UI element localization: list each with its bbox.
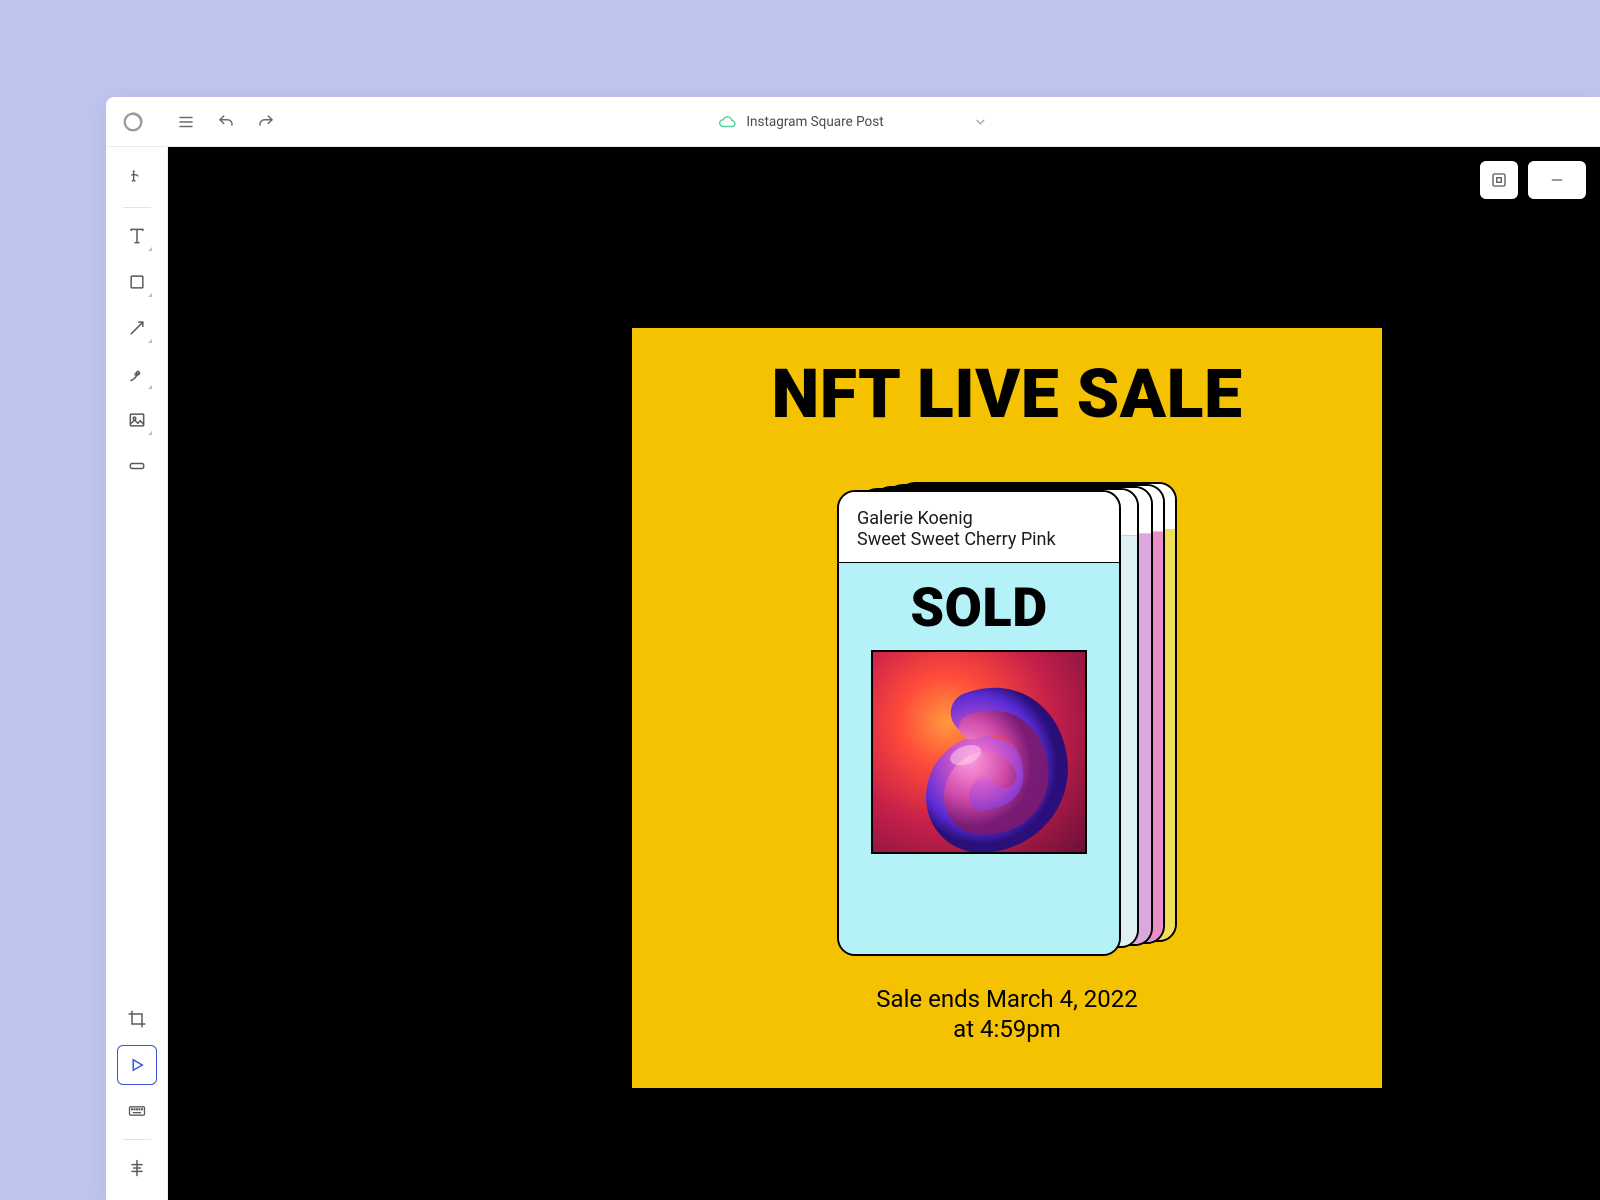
sale-end-line2: at 4:59pm [953,1015,1061,1043]
select-tool[interactable] [117,159,157,199]
card-artwork-image[interactable] [871,650,1087,854]
text-tool[interactable] [117,216,157,256]
undo-icon[interactable] [212,108,240,136]
card-body: SOLD [839,563,1119,954]
line-tool[interactable] [117,308,157,348]
sale-end-line1: Sale ends March 4, 2022 [876,985,1137,1013]
headline-text[interactable]: NFT LIVE SALE [632,354,1382,434]
align-tool[interactable] [117,1148,157,1188]
app-logo[interactable] [120,109,146,135]
hamburger-menu-icon[interactable] [172,108,200,136]
canvas-controls [1480,161,1586,199]
chevron-down-icon [974,115,988,129]
card-status-text[interactable]: SOLD [910,577,1047,640]
fit-screen-button[interactable] [1480,161,1518,199]
crop-tool[interactable] [117,999,157,1039]
preview-tool[interactable] [117,1045,157,1085]
shape-tool[interactable] [117,262,157,302]
card-header: Galerie Koenig Sweet Sweet Cherry Pink [839,492,1119,563]
image-tool[interactable] [117,400,157,440]
page-background: Instagram Square Post [0,0,1600,1200]
app-body: NFT LIVE SALE Galerie Koenig Sweet Sweet… [106,147,1600,1200]
keyboard-tool[interactable] [117,1091,157,1131]
app-window: Instagram Square Post [106,97,1600,1200]
swirl-graphic [878,657,1087,854]
card-gallery-name[interactable]: Galerie Koenig [857,508,1101,529]
sale-end-text[interactable]: Sale ends March 4, 2022 at 4:59pm [632,984,1382,1044]
zoom-control[interactable] [1528,161,1586,199]
top-bar: Instagram Square Post [106,97,1600,147]
cloud-sync-icon [718,113,736,131]
nft-card-front[interactable]: Galerie Koenig Sweet Sweet Cherry Pink S… [837,490,1121,956]
redo-icon[interactable] [252,108,280,136]
button-tool[interactable] [117,446,157,486]
card-artwork-title[interactable]: Sweet Sweet Cherry Pink [857,529,1101,550]
document-title: Instagram Square Post [746,114,883,130]
card-stack[interactable]: Galerie Koenig Sweet Sweet Cherry Pink S… [837,490,1177,960]
canvas[interactable]: NFT LIVE SALE Galerie Koenig Sweet Sweet… [168,147,1600,1200]
toolbar-separator [123,1139,151,1140]
document-title-dropdown[interactable]: Instagram Square Post [706,107,999,137]
toolbar-separator [123,207,151,208]
left-toolbar [106,147,168,1200]
artboard[interactable]: NFT LIVE SALE Galerie Koenig Sweet Sweet… [632,328,1382,1088]
pen-tool[interactable] [117,354,157,394]
